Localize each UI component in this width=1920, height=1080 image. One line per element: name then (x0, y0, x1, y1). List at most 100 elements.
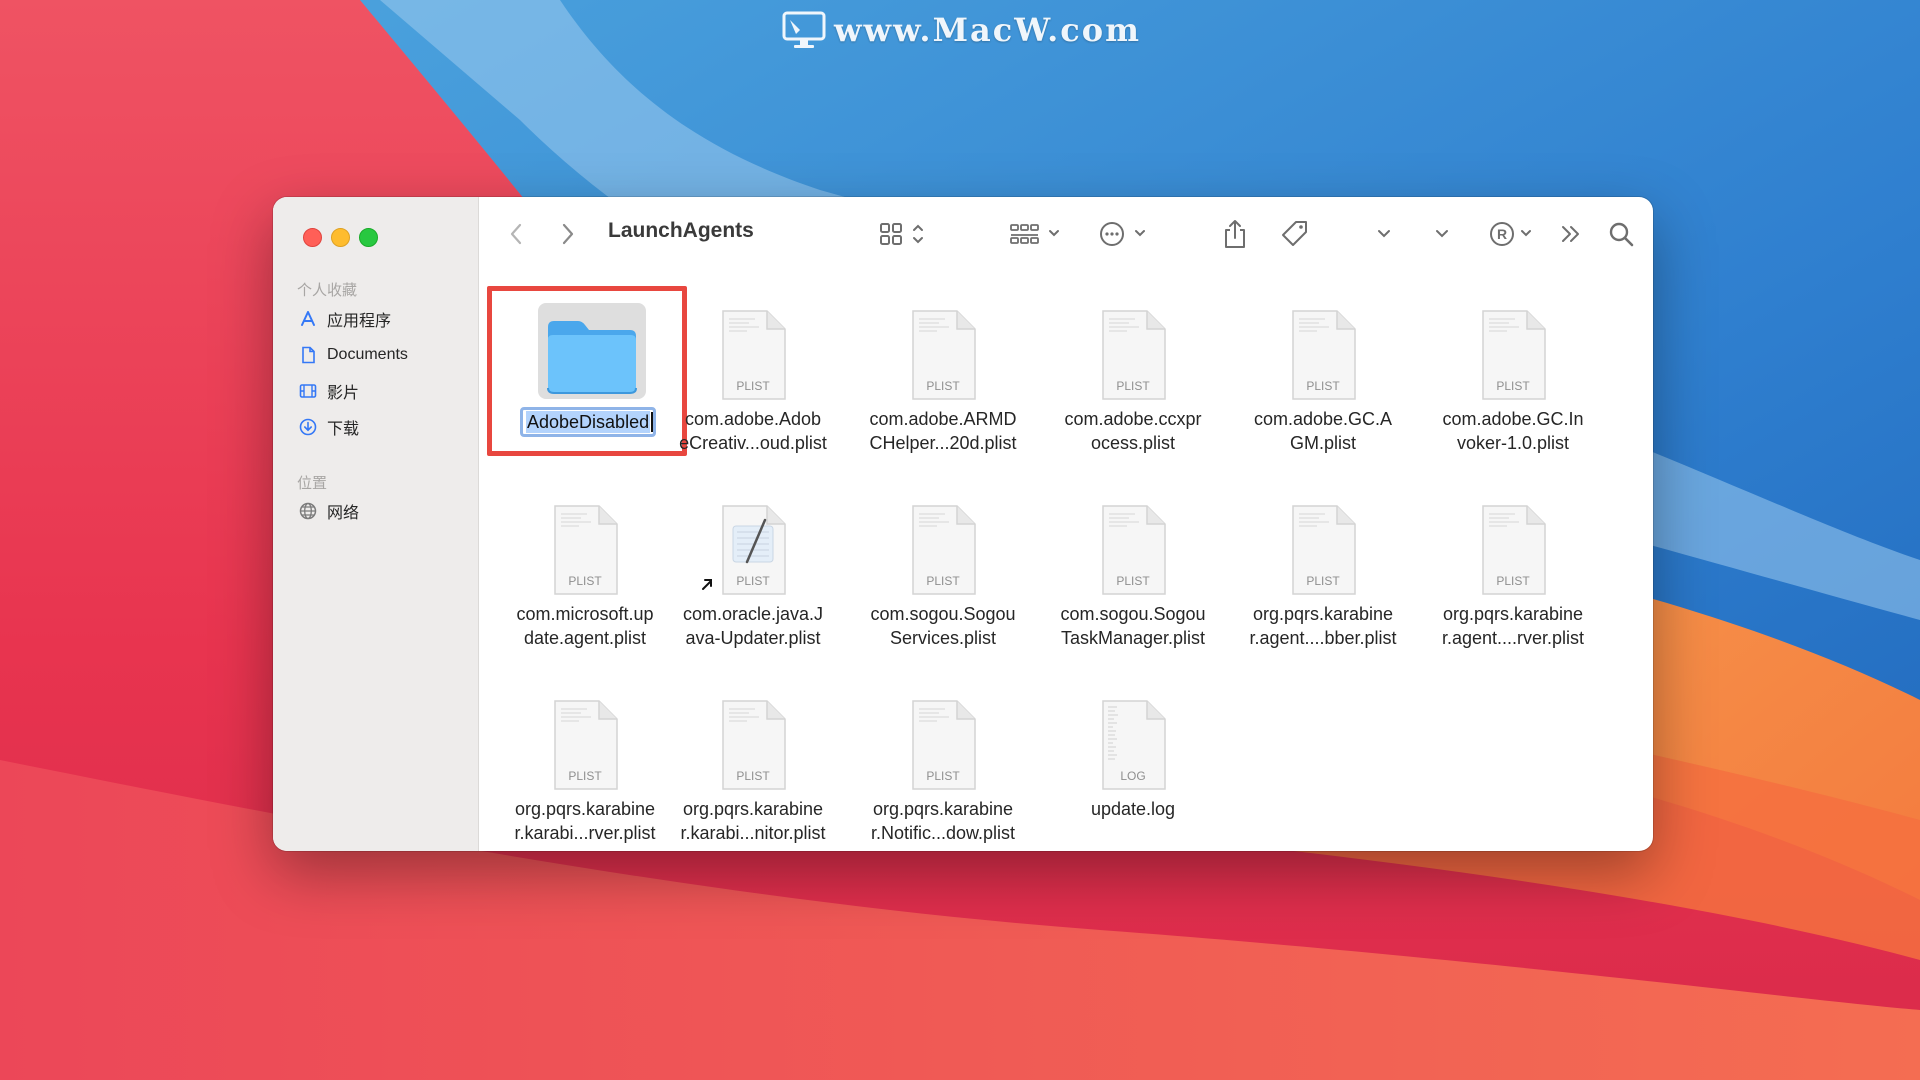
rename-text: AdobeDisabled (526, 411, 651, 433)
sidebar-header-locations: 位置 (297, 475, 328, 492)
text-caret (651, 412, 653, 432)
plist-alias-file-icon: PLIST (713, 500, 793, 600)
toolbar: LaunchAgents R (478, 197, 1653, 277)
download-icon (299, 418, 317, 436)
overflow-icon (1562, 226, 1579, 242)
file-name: com.adobe.GC.A GM.plist (1253, 409, 1393, 453)
svg-text:PLIST: PLIST (926, 769, 960, 783)
svg-text:LOG: LOG (1120, 769, 1145, 783)
forward-icon (562, 223, 574, 245)
svg-text:PLIST: PLIST (1116, 379, 1150, 393)
chevron-down-icon (1436, 230, 1448, 238)
rename-field[interactable]: AdobeDisabled (520, 407, 656, 437)
sidebar-item-downloads[interactable]: 下载 (299, 415, 359, 439)
back-button[interactable] (502, 217, 530, 251)
action-more-icon (1100, 222, 1145, 246)
sidebar: 个人收藏 应用程序 Documents 影片 下载 位置 网络 (273, 197, 479, 851)
plist-file-icon: PLIST (1093, 305, 1173, 405)
film-icon (299, 384, 317, 398)
file-name: org.pqrs.karabine r.karabi...rver.plist (514, 799, 656, 843)
svg-text:PLIST: PLIST (1306, 574, 1340, 588)
file-name: org.pqrs.karabine r.agent....rver.plist (1441, 604, 1585, 648)
search-icon (1609, 222, 1634, 247)
view-mode-button[interactable] (878, 217, 932, 251)
sidebar-item-network[interactable]: 网络 (299, 499, 359, 523)
file-item[interactable]: PLIST org.pqrs.karabine r.karabi...rver.… (495, 667, 675, 843)
sidebar-item-label: 应用程序 (327, 313, 392, 330)
file-name: com.sogou.Sogou Services.plist (870, 604, 1016, 648)
sidebar-item-movies[interactable]: 影片 (299, 379, 359, 403)
minimize-button[interactable] (331, 228, 350, 247)
file-item[interactable]: PLIST com.adobe.ccxpr ocess.plist (1043, 277, 1223, 453)
file-name: com.adobe.GC.In voker-1.0.plist (1442, 409, 1584, 453)
window-title: LaunchAgents (608, 219, 754, 242)
toolbar-menu-button-1[interactable] (1372, 217, 1396, 251)
file-grid: AdobeDisabled PLIST com.adobe.Adob eCrea… (478, 277, 1653, 851)
sidebar-item-documents[interactable]: Documents (299, 343, 408, 367)
file-item[interactable]: PLIST org.pqrs.karabine r.karabi...nitor… (663, 667, 843, 843)
registered-menu-button[interactable]: R (1488, 217, 1540, 251)
search-button[interactable] (1604, 217, 1638, 251)
plist-file-icon: PLIST (1473, 305, 1553, 405)
tag-button[interactable] (1278, 217, 1312, 251)
group-button[interactable] (1008, 217, 1066, 251)
close-button[interactable] (303, 228, 322, 247)
back-icon (510, 223, 522, 245)
plist-file-icon: PLIST (903, 500, 983, 600)
toolbar-overflow-button[interactable] (1556, 217, 1586, 251)
file-item[interactable]: PLIST org.pqrs.karabine r.agent....rver.… (1423, 472, 1603, 648)
registered-icon: R (1490, 222, 1531, 246)
sidebar-item-applications[interactable]: 应用程序 (299, 307, 391, 331)
file-item[interactable]: PLIST com.adobe.ARMD CHelper...20d.plist (853, 277, 1033, 453)
applications-icon (301, 311, 315, 326)
svg-text:PLIST: PLIST (1306, 379, 1340, 393)
plist-file-icon: PLIST (1093, 500, 1173, 600)
chevron-down-icon (1378, 230, 1390, 238)
svg-text:PLIST: PLIST (926, 379, 960, 393)
file-name: org.pqrs.karabine r.Notific...dow.plist (870, 799, 1016, 843)
svg-text:PLIST: PLIST (1116, 574, 1150, 588)
plist-file-icon: PLIST (545, 500, 625, 600)
plist-file-icon: PLIST (903, 695, 983, 795)
file-item[interactable]: PLIST org.pqrs.karabine r.agent....bber.… (1233, 472, 1413, 648)
folder-icon (547, 321, 637, 394)
sidebar-header-favorites: 个人收藏 (297, 282, 358, 299)
file-name: com.sogou.Sogou TaskManager.plist (1060, 604, 1206, 648)
desktop: www.MacW.com 个人收藏 应用程序 Documents 影片 下载 位… (0, 0, 1920, 1080)
file-item[interactable]: PLIST com.oracle.java.J ava-Updater.plis… (663, 472, 843, 648)
share-button[interactable] (1218, 217, 1252, 251)
icon-view-icon (880, 223, 923, 245)
file-name: com.adobe.Adob eCreativ...oud.plist (679, 409, 827, 453)
action-button[interactable] (1098, 217, 1154, 251)
file-name: com.adobe.ARMD CHelper...20d.plist (869, 409, 1017, 453)
file-item[interactable]: PLIST com.sogou.Sogou Services.plist (853, 472, 1033, 648)
tag-icon (1282, 221, 1307, 246)
toolbar-menu-button-2[interactable] (1430, 217, 1454, 251)
file-name: com.oracle.java.J ava-Updater.plist (682, 604, 824, 648)
file-item[interactable]: PLIST org.pqrs.karabine r.Notific...dow.… (853, 667, 1033, 843)
file-name: com.microsoft.up date.agent.plist (516, 604, 654, 648)
plist-file-icon: PLIST (713, 695, 793, 795)
svg-text:PLIST: PLIST (926, 574, 960, 588)
zoom-button[interactable] (359, 228, 378, 247)
file-item[interactable]: PLIST com.adobe.GC.A GM.plist (1233, 277, 1413, 453)
sidebar-item-label: 影片 (327, 385, 360, 402)
plist-file-icon: PLIST (903, 305, 983, 405)
file-item[interactable]: PLIST com.adobe.GC.In voker-1.0.plist (1423, 277, 1603, 453)
plist-file-icon: PLIST (713, 305, 793, 405)
file-item[interactable]: PLIST com.microsoft.up date.agent.plist (495, 472, 675, 648)
monitor-logo-icon (782, 11, 826, 48)
log-file-icon: LOG (1093, 695, 1173, 795)
alias-arrow-icon (702, 579, 712, 590)
share-icon (1225, 220, 1245, 248)
svg-text:PLIST: PLIST (568, 769, 602, 783)
file-item[interactable]: PLIST com.adobe.Adob eCreativ...oud.plis… (663, 277, 843, 453)
forward-button[interactable] (554, 217, 582, 251)
file-name: update.log (1090, 799, 1176, 819)
svg-text:R: R (1497, 226, 1507, 242)
file-item[interactable]: LOG update.log (1043, 667, 1223, 837)
finder-window: 个人收藏 应用程序 Documents 影片 下载 位置 网络 LaunchAg… (273, 197, 1653, 851)
file-item[interactable]: PLIST com.sogou.Sogou TaskManager.plist (1043, 472, 1223, 648)
plist-file-icon: PLIST (1283, 500, 1363, 600)
document-icon (302, 346, 315, 364)
